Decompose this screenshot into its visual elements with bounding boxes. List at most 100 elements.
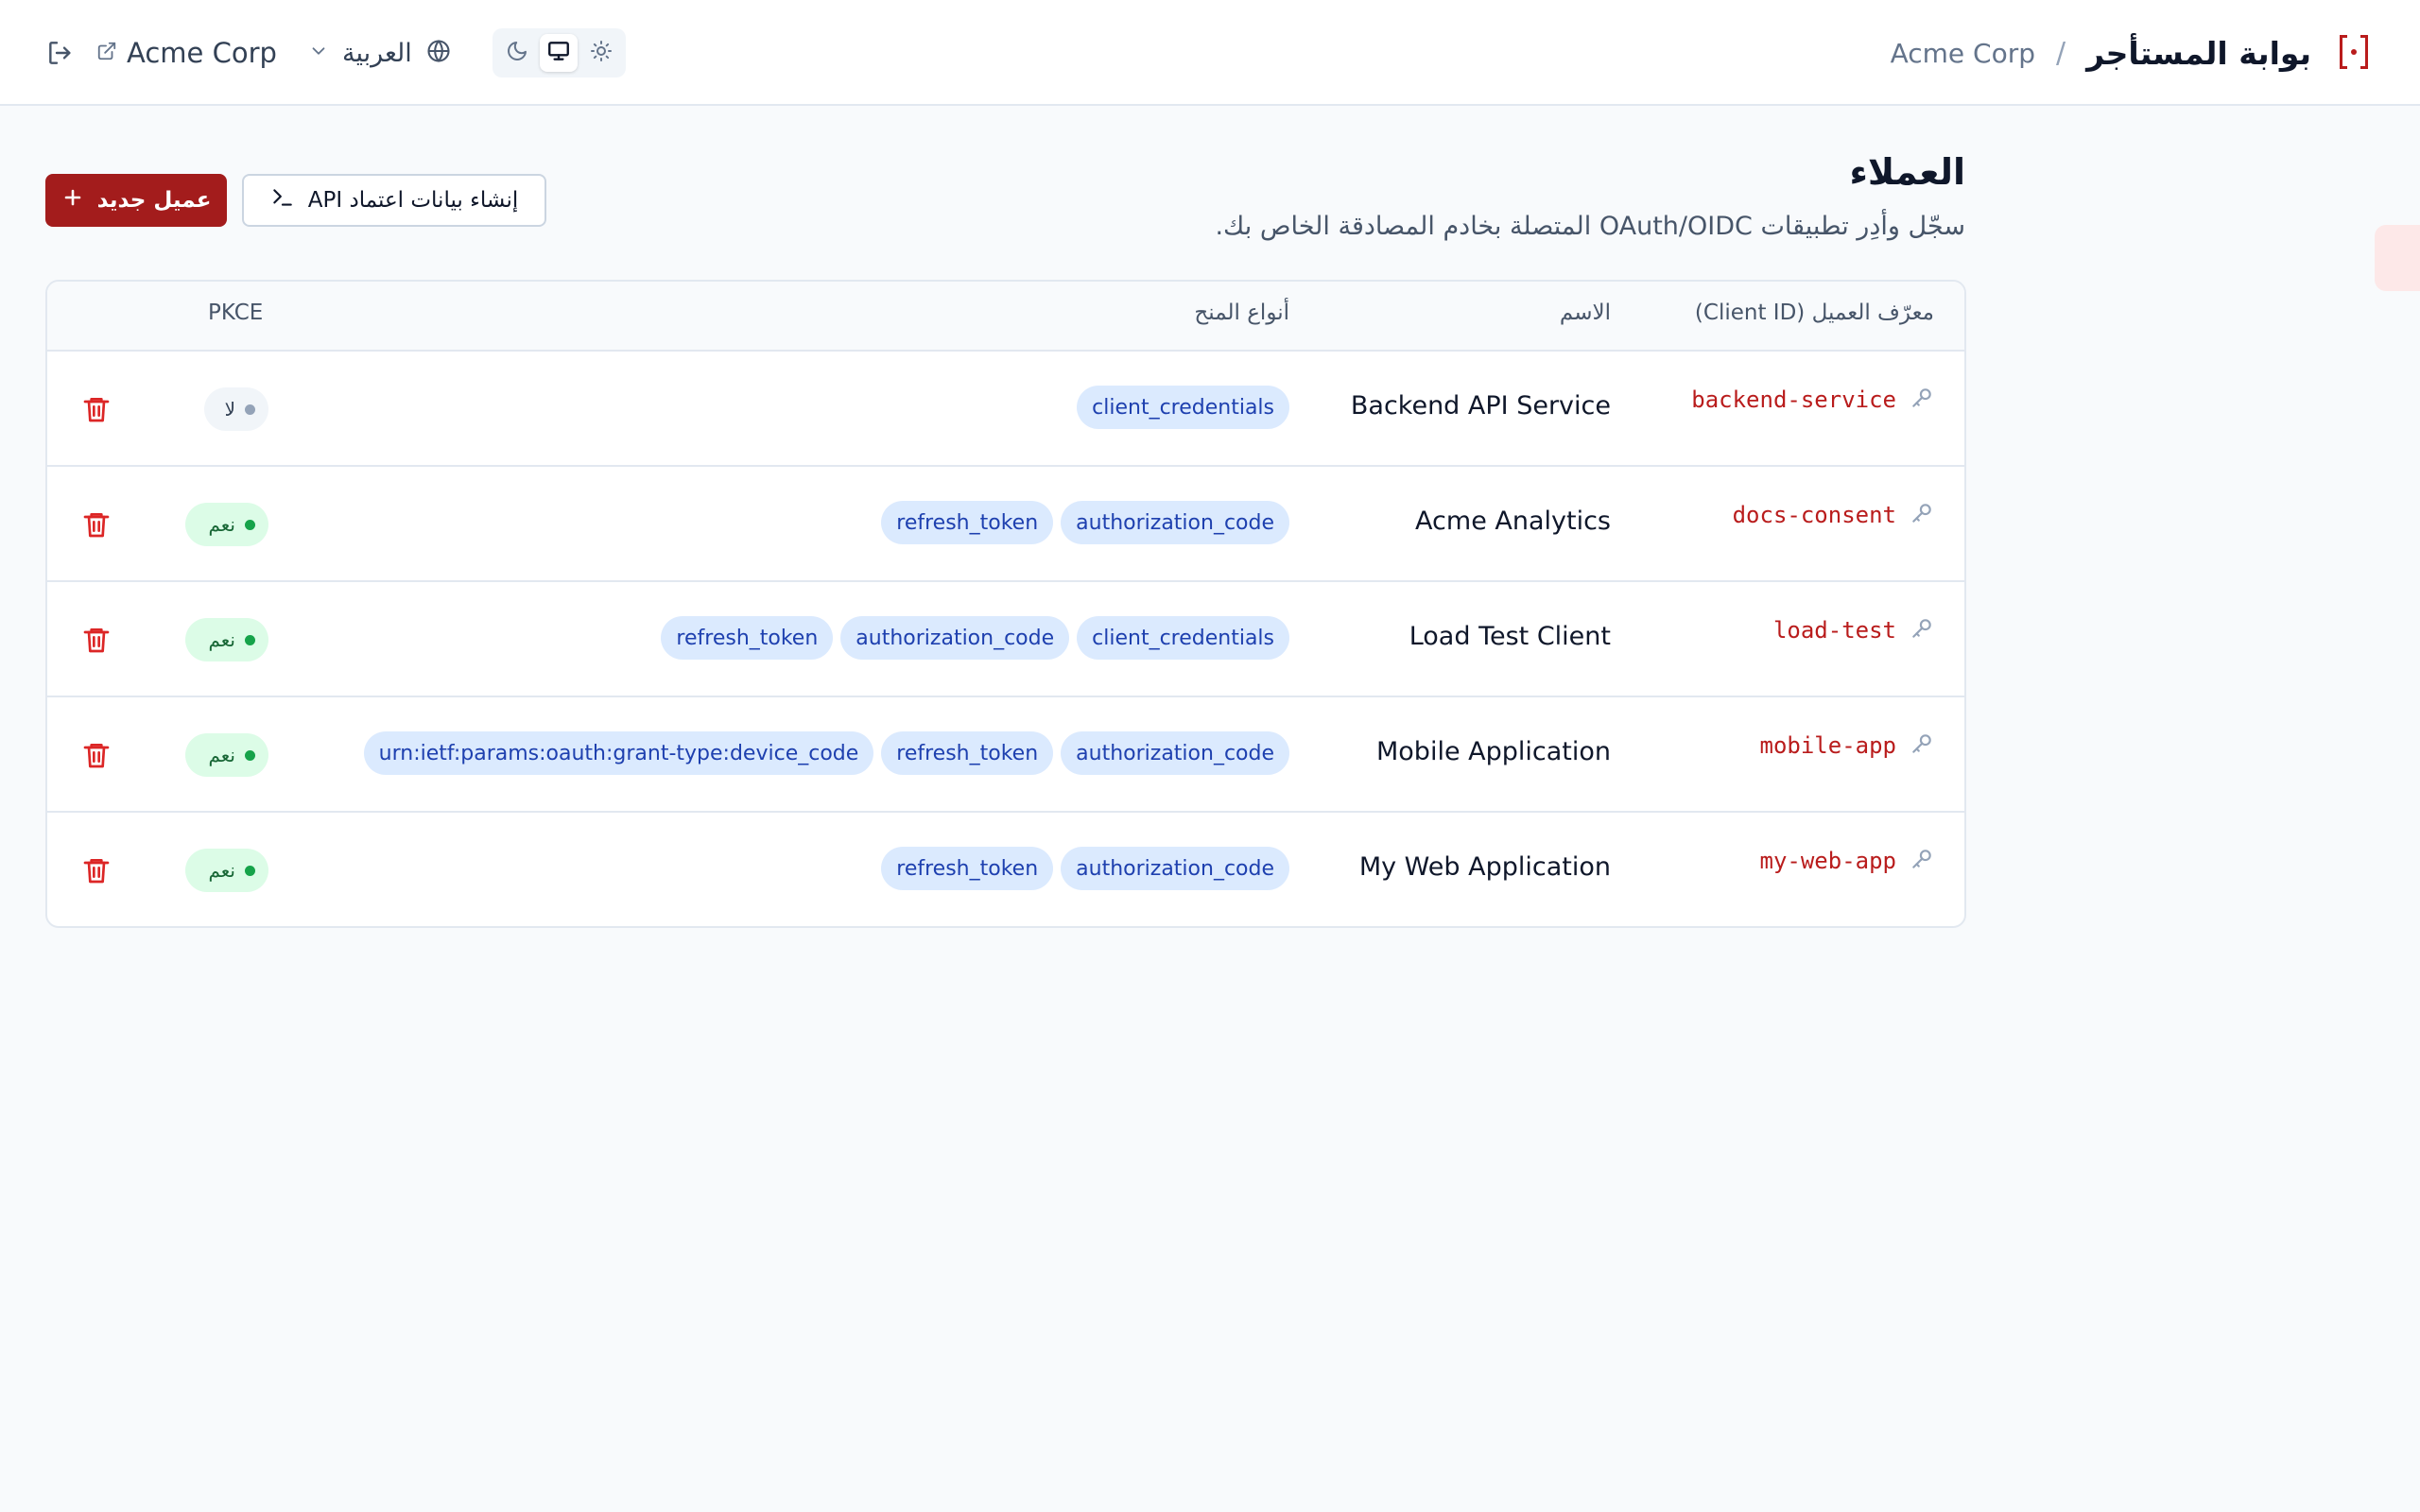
pkce-badge: لا — [204, 387, 268, 431]
column-client-id: معرّف العميل (Client ID) — [1694, 301, 1934, 325]
pkce-badge: نعم — [185, 618, 268, 662]
globe-icon — [425, 38, 452, 68]
clients-table: معرّف العميل (Client ID) الاسم أنواع الم… — [45, 280, 1966, 928]
trash-icon — [81, 859, 112, 890]
brand-separator: / — [2056, 36, 2066, 70]
grant-type-badge: client_credentials — [1077, 616, 1289, 660]
key-icon — [1910, 501, 1934, 529]
delete-client-button[interactable] — [81, 393, 112, 425]
key-icon — [1910, 847, 1934, 875]
client-id-cell: load-test — [1773, 616, 1934, 644]
grant-types-cell: authorization_code refresh_token — [881, 501, 1289, 544]
key-icon — [1910, 616, 1934, 644]
client-id[interactable]: backend-service — [1691, 387, 1896, 413]
delete-client-button[interactable] — [81, 739, 112, 771]
client-name: My Web Application — [1358, 852, 1611, 882]
terminal-icon — [270, 185, 295, 215]
status-dot-icon — [245, 519, 255, 530]
grant-type-badge: refresh_token — [881, 731, 1054, 775]
grant-types-cell: client_credentials authorization_code refr… — [661, 616, 1289, 660]
tenant-external-link[interactable]: Acme Corp — [96, 32, 277, 74]
pkce-badge: نعم — [185, 503, 268, 546]
status-dot-icon — [245, 404, 255, 415]
chevron-down-icon — [308, 41, 329, 65]
table-row[interactable]: backend-service Backend API Service clie… — [47, 352, 1964, 467]
column-name: الاسم — [1559, 301, 1611, 325]
pkce-label: نعم — [208, 744, 235, 766]
client-id-cell: mobile-app — [1760, 731, 1935, 760]
grant-type-badge: refresh_token — [661, 616, 834, 660]
grant-type-badge: authorization_code — [1061, 731, 1289, 775]
delete-client-button[interactable] — [81, 624, 112, 656]
moon-icon — [506, 40, 528, 66]
client-id-cell: docs-consent — [1733, 501, 1934, 529]
brand-title: بوابة المستأجر — [2086, 34, 2311, 72]
grant-type-badge: refresh_token — [881, 501, 1054, 544]
client-id[interactable]: my-web-app — [1760, 848, 1897, 874]
brand-tenant-name[interactable]: Acme Corp — [1891, 38, 2035, 69]
theme-switcher — [493, 28, 626, 77]
trash-icon — [81, 398, 112, 429]
table-row[interactable]: my-web-app My Web Application authorizat… — [47, 813, 1964, 926]
create-api-credentials-button[interactable]: إنشاء بيانات اعتماد API — [242, 174, 546, 227]
grant-type-badge: refresh_token — [881, 847, 1054, 890]
sun-icon — [590, 40, 613, 66]
pkce-label: نعم — [208, 628, 235, 651]
side-panel-tab[interactable] — [2375, 225, 2420, 291]
grant-type-badge: authorization_code — [1061, 501, 1289, 544]
brand-logo-icon — [2340, 35, 2368, 71]
table-row[interactable]: mobile-app Mobile Application authorizat… — [47, 697, 1964, 813]
grant-type-badge: authorization_code — [1061, 847, 1289, 890]
table-header: معرّف العميل (Client ID) الاسم أنواع الم… — [47, 282, 1964, 352]
logout-icon[interactable] — [45, 38, 76, 68]
client-id[interactable]: mobile-app — [1760, 732, 1897, 759]
grant-types-cell: client_credentials — [1077, 386, 1289, 429]
client-id-cell: my-web-app — [1760, 847, 1935, 875]
top-bar: بوابة المستأجر / Acme Corp Acme Corp الع… — [0, 0, 2420, 106]
status-dot-icon — [245, 865, 255, 876]
trash-icon — [81, 513, 112, 544]
tenant-link-label: Acme Corp — [127, 37, 277, 69]
grant-types-cell: authorization_code refresh_token urn:ietf:… — [363, 731, 1289, 775]
client-name: Backend API Service — [1350, 391, 1611, 421]
new-client-button[interactable]: عميل جديد — [45, 174, 227, 227]
grant-types-cell: authorization_code refresh_token — [881, 847, 1289, 890]
grant-type-badge: authorization_code — [840, 616, 1070, 660]
delete-client-button[interactable] — [81, 508, 112, 541]
page-subtitle: سجّل وأدِر تطبيقات OAuth/OIDC المتصلة بخ… — [1215, 212, 1965, 241]
client-name: Acme Analytics — [1415, 507, 1611, 536]
theme-dark-button[interactable] — [498, 34, 536, 72]
new-client-label: عميل جديد — [96, 188, 212, 213]
client-id[interactable]: load-test — [1773, 617, 1896, 644]
theme-light-button[interactable] — [582, 34, 620, 72]
pkce-badge: نعم — [185, 849, 268, 892]
external-link-icon — [96, 41, 117, 65]
grant-type-badge: client_credentials — [1077, 386, 1289, 429]
trash-icon — [81, 628, 112, 660]
delete-client-button[interactable] — [81, 854, 112, 886]
language-label: العربية — [342, 38, 412, 68]
monitor-icon — [546, 39, 571, 67]
table-row[interactable]: load-test Load Test Client client_creden… — [47, 582, 1964, 697]
table-row[interactable]: docs-consent Acme Analytics authorizatio… — [47, 467, 1964, 582]
pkce-badge: نعم — [185, 733, 268, 777]
client-name: Mobile Application — [1375, 737, 1611, 766]
pkce-label: نعم — [208, 859, 235, 882]
api-credentials-label: إنشاء بيانات اعتماد API — [307, 188, 519, 213]
status-dot-icon — [245, 749, 255, 761]
grant-type-badge: urn:ietf:params:oauth:grant-type:device_… — [363, 731, 874, 775]
status-dot-icon — [245, 634, 255, 645]
client-id-cell: backend-service — [1691, 386, 1934, 414]
column-grant-types: أنواع المنح — [1194, 301, 1289, 325]
language-selector[interactable]: العربية — [308, 32, 452, 74]
brand[interactable]: بوابة المستأجر / Acme Corp — [1891, 32, 2368, 74]
key-icon — [1910, 386, 1934, 414]
theme-system-button[interactable] — [540, 34, 579, 72]
pkce-label: نعم — [208, 513, 235, 536]
plus-icon — [61, 186, 84, 215]
client-id[interactable]: docs-consent — [1733, 502, 1896, 528]
client-name: Load Test Client — [1409, 622, 1611, 651]
pkce-label: لا — [224, 398, 235, 421]
key-icon — [1910, 731, 1934, 760]
page-title: العملاء — [1849, 151, 1966, 193]
